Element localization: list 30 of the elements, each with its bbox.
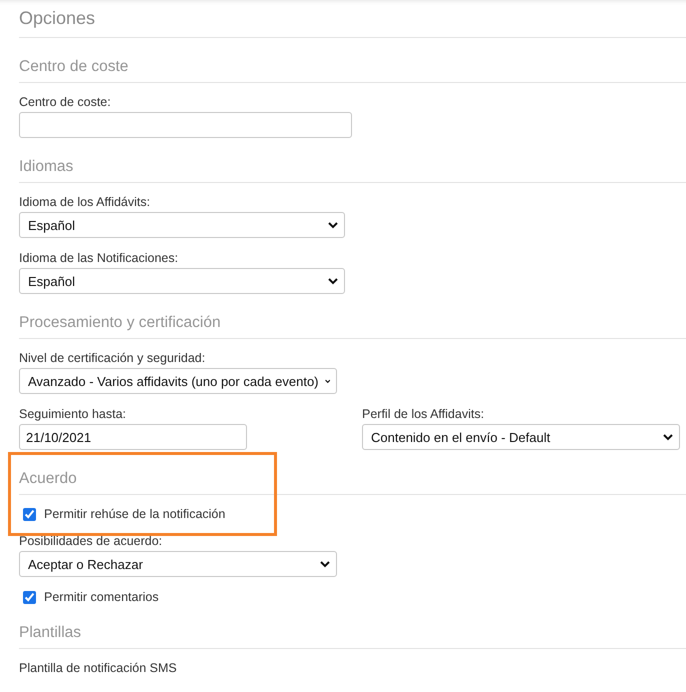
page-title: Opciones xyxy=(19,8,686,38)
section-heading: Centro de coste xyxy=(19,58,686,83)
section-heading: Plantillas xyxy=(19,624,686,649)
field-label: Posibilidades de acuerdo: xyxy=(19,534,164,548)
text-field[interactable]: 21/10/2021 xyxy=(19,424,247,450)
field-label: Nivel de certificación y seguridad: xyxy=(19,351,206,365)
dropdown[interactable]: Español xyxy=(19,268,345,294)
checkbox[interactable] xyxy=(23,508,36,520)
field-label: Centro de coste: xyxy=(19,95,112,109)
chevron-down-icon xyxy=(320,560,330,568)
section-heading: Acuerdo xyxy=(19,470,686,495)
field-label: Plantilla de notificación SMS xyxy=(19,661,178,675)
checkbox[interactable] xyxy=(23,590,36,604)
field-label: Idioma de las Notificaciones: xyxy=(19,251,180,265)
field-label: Idioma de los Affidávits: xyxy=(19,195,152,209)
dropdown[interactable]: Aceptar o Rechazar xyxy=(19,551,337,577)
dropdown[interactable]: Avanzado - Varios affidavits (uno por cada evento) xyxy=(19,368,337,394)
text-field[interactable] xyxy=(19,112,352,138)
field-label: Perfil de los Affidavits: xyxy=(362,407,486,421)
dropdown[interactable]: Español xyxy=(19,212,345,238)
chevron-down-icon xyxy=(663,434,673,440)
field-label: Seguimiento hasta: xyxy=(19,407,128,421)
chevron-down-icon xyxy=(328,222,338,228)
section-heading: Procesamiento y certificación xyxy=(19,314,686,339)
checkbox-label: Permitir rehúse de la notificación xyxy=(44,507,226,521)
checkbox-label: Permitir comentarios xyxy=(44,590,159,604)
dropdown[interactable]: Contenido en el envío - Default xyxy=(362,424,680,450)
chevron-down-icon xyxy=(328,278,338,284)
section-heading: Idiomas xyxy=(19,158,686,183)
chevron-down-icon xyxy=(324,378,330,384)
